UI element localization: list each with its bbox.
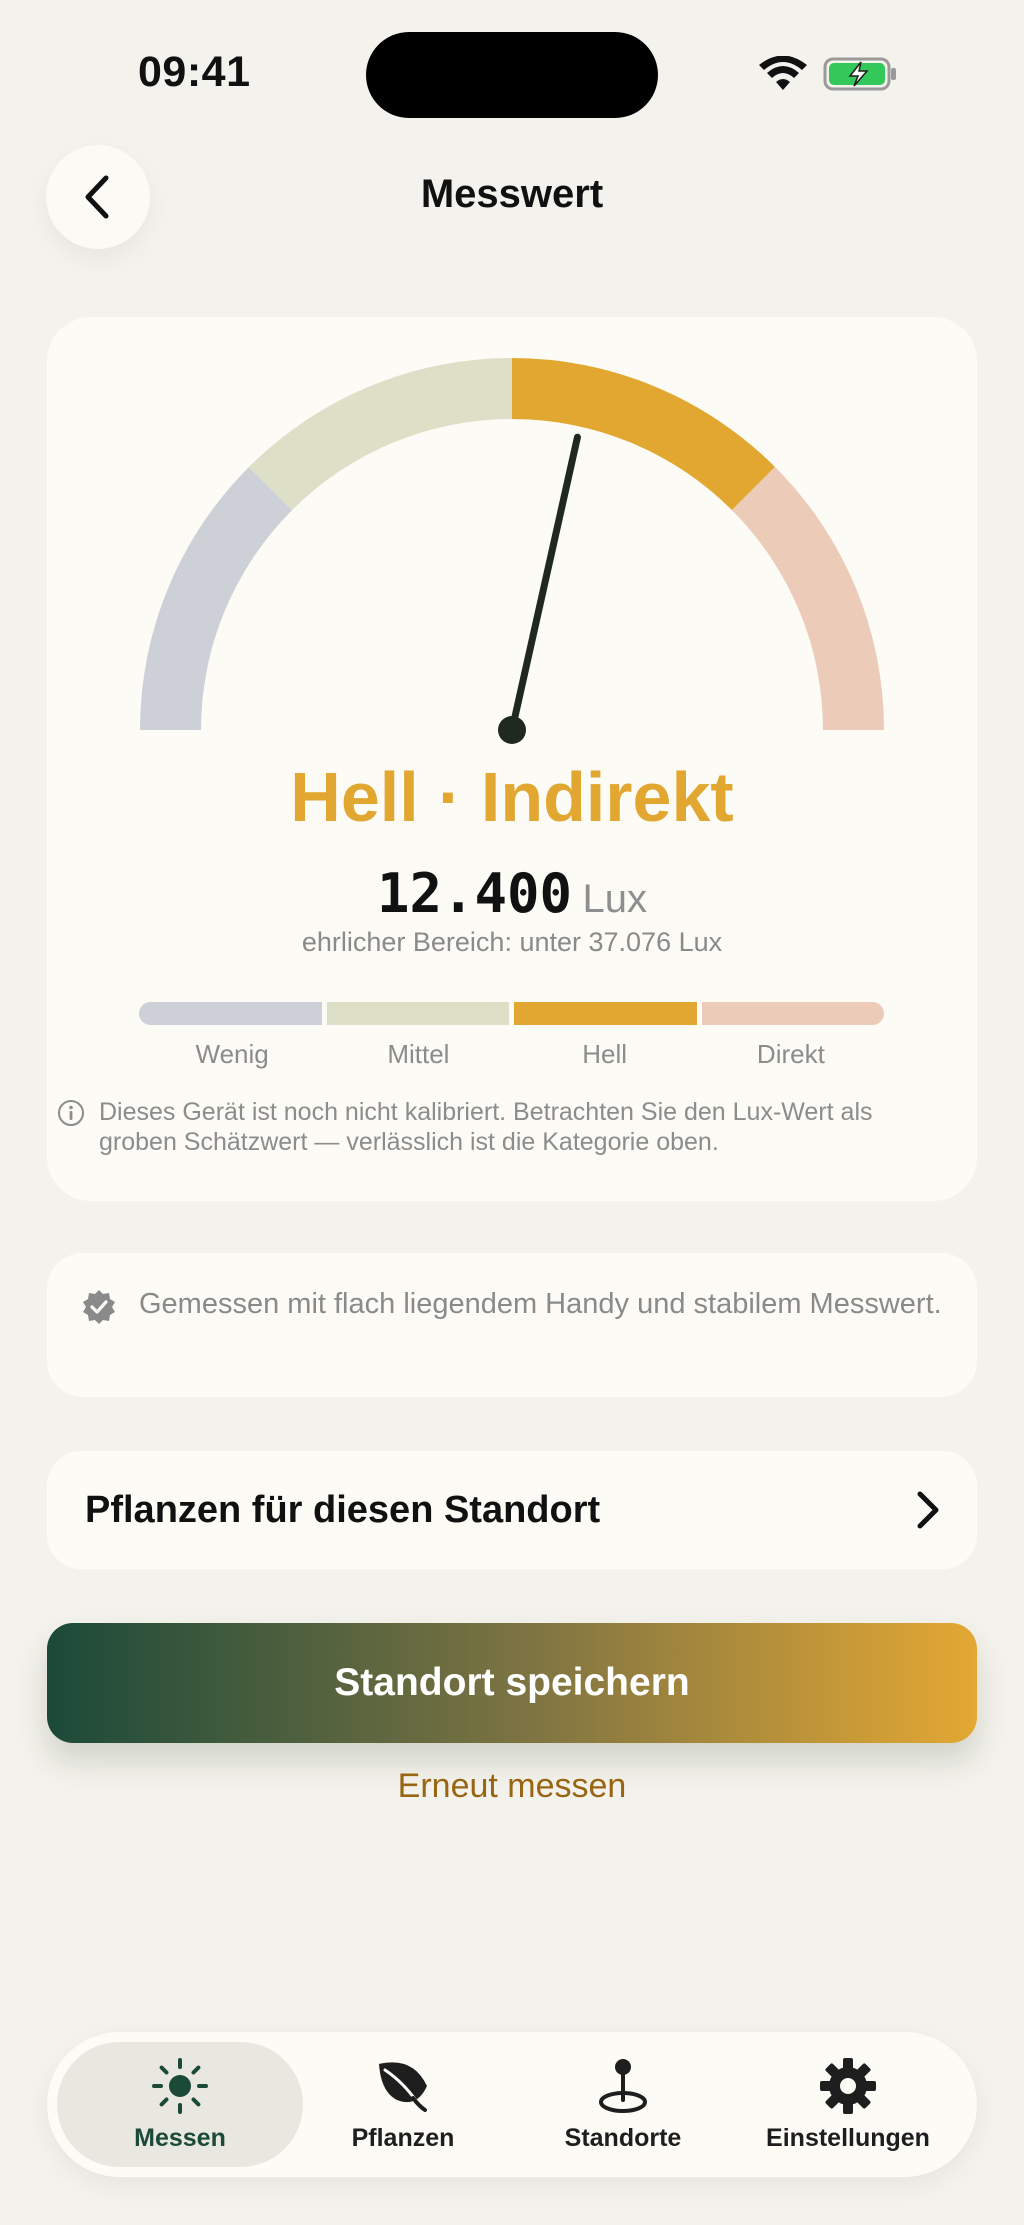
scale-segment-direkt: [701, 1002, 884, 1025]
gauge-card: Hell · Indirekt 12.400 Lux ehrlicher Ber…: [47, 317, 977, 1201]
info-icon: [58, 1100, 84, 1126]
chevron-right-icon: [917, 1491, 939, 1529]
scale-segment-hell: [514, 1002, 697, 1025]
tab-label-messen: Messen: [134, 2124, 226, 2152]
scale-segment-mittel: [326, 1002, 509, 1025]
scale-label-mittel: Mittel: [387, 1039, 450, 1069]
calibration-note: Dieses Gerät ist noch nicht kalibriert. …: [57, 1097, 957, 1157]
tab-messen[interactable]: Messen: [57, 2042, 303, 2167]
scale-label-wenig: Wenig: [195, 1039, 269, 1069]
lux-value: 12.400: [376, 862, 573, 925]
page-title: Messwert: [420, 172, 604, 216]
status-time: 09:41: [138, 48, 251, 96]
dynamic-island: [366, 32, 658, 118]
plants-for-location-row[interactable]: Pflanzen für diesen Standort: [47, 1451, 977, 1569]
scale-segment-wenig: [139, 1002, 322, 1025]
reading-value-row: 12.400 Lux: [47, 862, 977, 925]
location-pin-icon: [599, 2059, 647, 2113]
tab-bar: Messen Pflanzen Standorte Einstellungen: [47, 2032, 977, 2177]
plants-for-location-label: Pflanzen für diesen Standort: [85, 1488, 601, 1531]
gauge-zone-wenig: [140, 466, 293, 730]
honest-range: ehrlicher Bereich: unter 37.076 Lux: [301, 927, 723, 957]
tab-label-standorte: Standorte: [564, 2124, 682, 2152]
battery-charging-icon: [823, 57, 896, 91]
gauge-zone-direkt: [731, 466, 884, 730]
remeasure-button[interactable]: Erneut messen: [0, 1767, 1024, 1806]
tab-pflanzen[interactable]: Pflanzen: [297, 2042, 509, 2167]
calibration-text: Dieses Gerät ist noch nicht kalibriert. …: [99, 1098, 873, 1156]
tab-einstellungen[interactable]: Einstellungen: [733, 2042, 963, 2167]
scale-label-hell: Hell: [582, 1039, 628, 1069]
sun-icon: [152, 2058, 208, 2114]
verified-badge-icon: [83, 1290, 115, 1324]
gauge-zone-hell: [512, 358, 776, 511]
save-location-label: Standort speichern: [334, 1661, 690, 1704]
category-scale-labels: Wenig Mittel Hell Direkt: [139, 1039, 884, 1070]
wifi-icon: [759, 56, 807, 90]
tab-label-pflanzen: Pflanzen: [351, 2124, 455, 2152]
measurement-info-card: Gemessen mit flach liegendem Handy und s…: [47, 1253, 977, 1397]
measurement-info-text: Gemessen mit flach liegendem Handy und s…: [139, 1288, 942, 1320]
category-scale-bar: [139, 1002, 884, 1025]
leaf-icon: [379, 2062, 427, 2112]
gauge-hub: [498, 716, 526, 744]
gauge-zone-mittel: [248, 358, 512, 511]
tab-label-einstellungen: Einstellungen: [766, 2124, 930, 2152]
tab-standorte[interactable]: Standorte: [517, 2042, 729, 2167]
scale-label-direkt: Direkt: [756, 1039, 825, 1069]
gear-icon: [820, 2058, 876, 2114]
gauge-needle: [508, 433, 581, 734]
lux-unit: Lux: [582, 877, 648, 921]
reading-category: Hell · Indirekt: [290, 758, 734, 836]
save-location-button[interactable]: Standort speichern: [47, 1623, 977, 1743]
light-gauge: [140, 358, 884, 744]
